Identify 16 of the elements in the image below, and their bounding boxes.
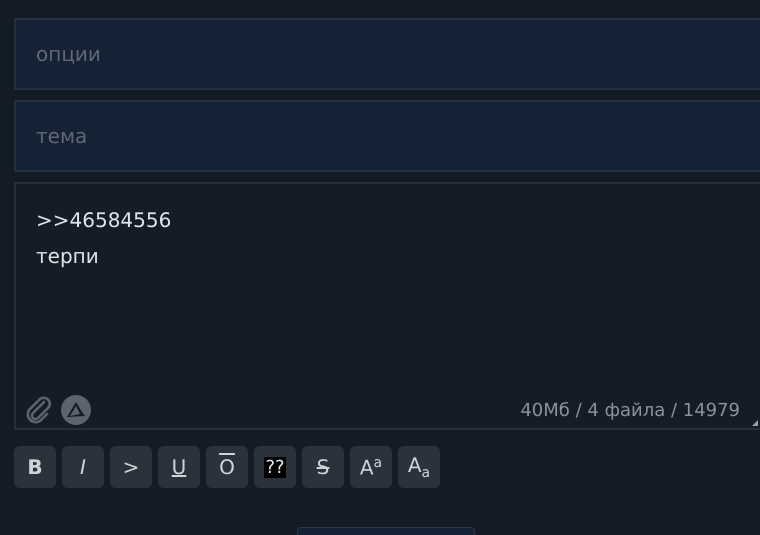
text-field[interactable]: опции <box>14 18 760 90</box>
message-field[interactable]: >>46584556 терпи 40Мб / 4 файла / 14979 <box>14 182 760 430</box>
text-field[interactable]: тема <box>14 100 760 172</box>
format-button[interactable]: > <box>110 446 152 488</box>
format-button[interactable]: S <box>302 446 344 488</box>
format-button[interactable]: B <box>14 446 56 488</box>
message-text-input[interactable]: >>46584556 терпи <box>16 184 760 384</box>
upload-limit-text: 40Мб / 4 файла / 14979 <box>520 400 740 420</box>
resize-grip-icon[interactable] <box>752 420 758 426</box>
format-button[interactable]: O <box>206 446 248 488</box>
format-button[interactable]: U <box>158 446 200 488</box>
format-button[interactable]: I <box>62 446 104 488</box>
paperclip-icon[interactable] <box>24 395 54 425</box>
format-button[interactable]: ?? <box>254 446 296 488</box>
format-button[interactable]: A$_{a}$ <box>398 446 440 488</box>
format-button[interactable]: A$^{a}$ <box>350 446 392 488</box>
